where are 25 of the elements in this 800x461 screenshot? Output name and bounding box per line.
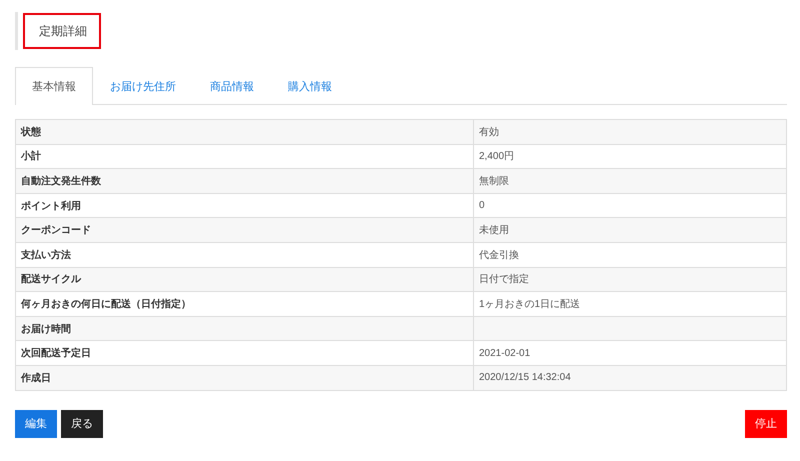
field-value: 未使用 <box>474 218 786 242</box>
page-title: 定期詳細 <box>23 13 101 49</box>
field-label: 自動注文発生件数 <box>16 168 474 194</box>
field-value: 2020/12/15 14:32:04 <box>474 365 786 390</box>
tab[interactable]: 商品情報 <box>193 67 271 104</box>
tab[interactable]: 購入情報 <box>271 67 349 104</box>
stop-button[interactable]: 停止 <box>745 410 787 438</box>
tab[interactable]: お届け先住所 <box>93 67 193 104</box>
field-label: 支払い方法 <box>16 242 474 268</box>
back-button[interactable]: 戻る <box>61 410 103 438</box>
field-value: 日付で指定 <box>474 267 786 292</box>
field-label: 配送サイクル <box>16 267 474 292</box>
field-value: 無制限 <box>474 168 786 194</box>
field-label: 次回配送予定日 <box>16 340 474 366</box>
field-value: 2021-02-01 <box>474 340 786 366</box>
field-label: お届け時間 <box>16 316 474 341</box>
field-value: 有効 <box>474 120 786 144</box>
field-value: 代金引換 <box>474 242 786 268</box>
field-label: 何ヶ月おきの何日に配送（日付指定） <box>16 292 474 316</box>
tab[interactable]: 基本情報 <box>15 67 93 105</box>
field-label: クーポンコード <box>16 218 474 242</box>
field-value: 1ヶ月おきの1日に配送 <box>474 292 786 316</box>
field-label: 状態 <box>16 120 474 144</box>
field-label: 作成日 <box>16 365 474 390</box>
edit-button[interactable]: 編集 <box>15 410 57 438</box>
